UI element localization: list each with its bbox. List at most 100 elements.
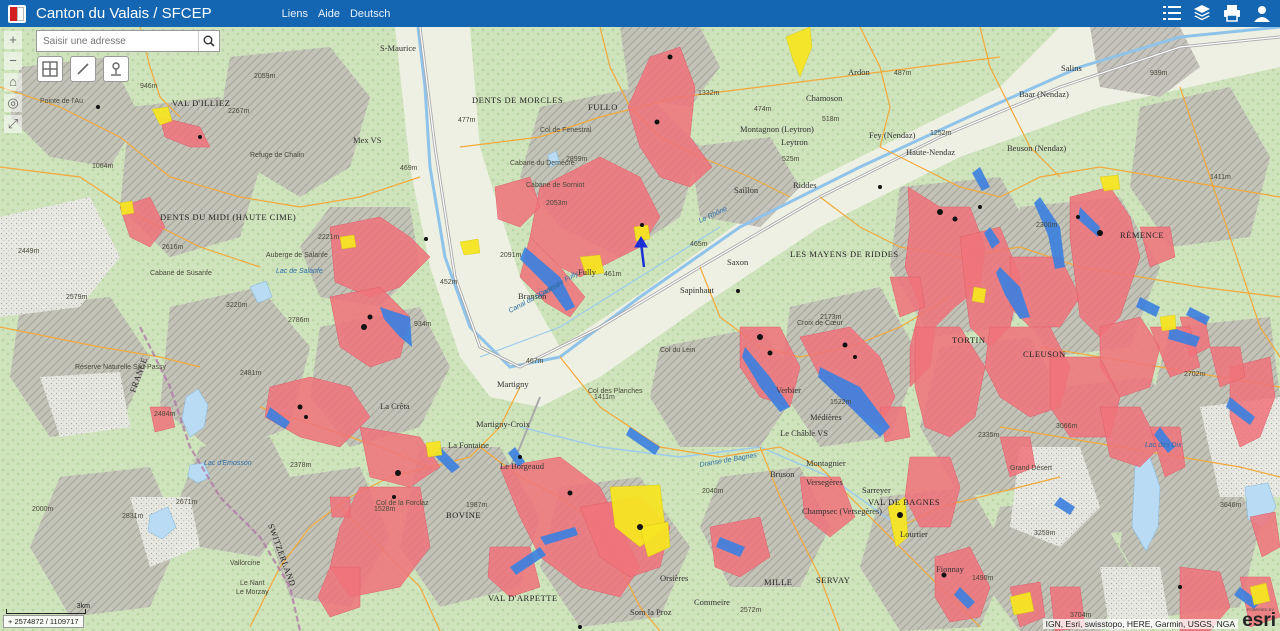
svg-text:465m: 465m <box>690 241 708 248</box>
svg-text:2616m: 2616m <box>162 244 184 251</box>
svg-text:Cabane du Demècre: Cabane du Demècre <box>510 160 575 167</box>
svg-text:Martigny-Croix: Martigny-Croix <box>476 419 531 429</box>
scale-line <box>6 609 86 614</box>
svg-text:Ardon: Ardon <box>848 67 870 77</box>
svg-text:1252m: 1252m <box>930 130 952 137</box>
app-title: Canton du Valais / SFCEP <box>36 5 212 22</box>
svg-text:2579m: 2579m <box>66 294 88 301</box>
svg-text:1522m: 1522m <box>830 399 852 406</box>
svg-text:DENTS DE MORCLES: DENTS DE MORCLES <box>472 95 563 105</box>
draw-icon <box>77 63 89 75</box>
nav-link-deutsch[interactable]: Deutsch <box>350 8 390 20</box>
svg-text:477m: 477m <box>458 117 476 124</box>
svg-text:469m: 469m <box>400 165 418 172</box>
svg-text:2267m: 2267m <box>228 108 250 115</box>
zoom-out-button[interactable]: − <box>4 52 22 70</box>
svg-text:RÉMENCE: RÉMENCE <box>1120 230 1164 240</box>
svg-text:2040m: 2040m <box>702 488 724 495</box>
map-canvas[interactable]: S-Maurice Martigny Saillon Fully Branson… <box>0 27 1280 631</box>
esri-logo-text: esri <box>1242 610 1276 631</box>
home-button[interactable]: ⌂ <box>4 73 22 91</box>
esri-logo[interactable]: POWERED BY esri <box>1240 607 1278 631</box>
svg-text:2378m: 2378m <box>290 462 312 469</box>
svg-text:Chamoson: Chamoson <box>806 93 843 103</box>
svg-text:Haute-Nendaz: Haute-Nendaz <box>906 147 955 157</box>
svg-text:Le Morzay: Le Morzay <box>236 589 269 596</box>
map-attribution: IGN, Esri, swisstopo, HERE, Garmin, USGS… <box>1042 619 1238 629</box>
svg-text:Baar (Nendaz): Baar (Nendaz) <box>1019 89 1069 99</box>
svg-text:2091m: 2091m <box>500 252 522 259</box>
svg-text:Montagnon (Leytron): Montagnon (Leytron) <box>740 124 814 134</box>
svg-text:S-Maurice: S-Maurice <box>380 43 416 53</box>
layers-icon[interactable] <box>1192 3 1212 23</box>
svg-text:487m: 487m <box>894 70 912 77</box>
svg-text:Salins: Salins <box>1061 63 1082 73</box>
svg-text:Le Borgeaud: Le Borgeaud <box>500 461 545 471</box>
app-header: Canton du Valais / SFCEP Liens Aide Deut… <box>0 0 1280 27</box>
svg-text:DENTS DU MIDI (HAUTE CIME): DENTS DU MIDI (HAUTE CIME) <box>160 212 296 222</box>
svg-text:Champsec (Versegères): Champsec (Versegères) <box>802 506 882 516</box>
svg-text:Cabane de Susanfe: Cabane de Susanfe <box>150 270 212 277</box>
svg-text:La Fontaine: La Fontaine <box>448 440 489 450</box>
svg-text:Col de Fenestral: Col de Fenestral <box>540 127 592 134</box>
svg-text:2449m: 2449m <box>18 248 40 255</box>
scale-label: 3km <box>76 603 90 610</box>
nav-link-aide[interactable]: Aide <box>318 8 340 20</box>
svg-text:461m: 461m <box>604 271 622 278</box>
svg-text:452m: 452m <box>440 279 458 286</box>
svg-text:Saxon: Saxon <box>727 257 749 267</box>
svg-text:Auberge de Salanfe: Auberge de Salanfe <box>266 252 328 259</box>
svg-text:Col du Lein: Col du Lein <box>660 347 696 354</box>
nav-link-liens[interactable]: Liens <box>282 8 308 20</box>
svg-text:LES MAYENS DE RIDDES: LES MAYENS DE RIDDES <box>790 249 899 259</box>
svg-text:Lac d'Emosson: Lac d'Emosson <box>204 460 252 467</box>
svg-text:MILLE: MILLE <box>764 577 792 587</box>
search-button[interactable] <box>197 31 219 51</box>
svg-text:1064m: 1064m <box>92 163 114 170</box>
fullscreen-button[interactable]: ⤢ <box>4 115 22 133</box>
svg-text:Bruson: Bruson <box>770 469 795 479</box>
svg-text:1411m: 1411m <box>1210 174 1231 181</box>
grid-icon <box>42 61 58 77</box>
svg-text:3646m: 3646m <box>1220 502 1242 509</box>
svg-text:3066m: 3066m <box>1056 423 1078 430</box>
svg-text:Fionnay: Fionnay <box>936 564 965 574</box>
svg-text:Commeire: Commeire <box>694 597 730 607</box>
svg-text:2300m: 2300m <box>1036 222 1058 229</box>
svg-text:2899m: 2899m <box>566 156 588 163</box>
svg-text:CLEUSON: CLEUSON <box>1023 349 1066 359</box>
svg-text:Saillon: Saillon <box>734 185 759 195</box>
svg-text:Leytron: Leytron <box>781 137 809 147</box>
svg-text:Croix de Cœur: Croix de Cœur <box>797 320 844 327</box>
svg-text:Beuson (Nendaz): Beuson (Nendaz) <box>1007 143 1066 153</box>
zoom-in-button[interactable]: + <box>4 31 22 49</box>
svg-text:3259m: 3259m <box>1034 530 1056 537</box>
svg-text:Lourtier: Lourtier <box>900 529 928 539</box>
svg-text:2000m: 2000m <box>32 506 54 513</box>
coordinate-readout: + 2574872 / 1109717 <box>3 615 84 628</box>
svg-text:474m: 474m <box>754 106 772 113</box>
svg-text:BOVINE: BOVINE <box>446 510 481 520</box>
draw-button[interactable] <box>70 56 96 82</box>
print-icon[interactable] <box>1222 3 1242 23</box>
svg-text:La Crêta: La Crêta <box>380 401 410 411</box>
legend-list-icon[interactable] <box>1162 3 1182 23</box>
svg-text:Fully: Fully <box>578 267 597 277</box>
svg-text:2702m: 2702m <box>1184 371 1206 378</box>
svg-text:Mex VS: Mex VS <box>353 135 382 145</box>
svg-text:Vallorcine: Vallorcine <box>230 560 260 567</box>
svg-text:Lac de Salanfe: Lac de Salanfe <box>276 268 323 275</box>
svg-text:2831m: 2831m <box>122 513 144 520</box>
svg-text:Cabane de Sorniot: Cabane de Sorniot <box>526 182 584 189</box>
compass-icon[interactable]: ◎ <box>4 94 22 112</box>
search-input[interactable] <box>37 31 198 51</box>
svg-text:1490m: 1490m <box>972 575 994 582</box>
svg-text:Versegères: Versegères <box>806 477 843 487</box>
user-icon[interactable] <box>1252 3 1272 23</box>
locate-button[interactable] <box>103 56 129 82</box>
svg-text:Riddes: Riddes <box>793 180 817 190</box>
scale-bar: 3km <box>6 603 90 614</box>
basemap-grid-button[interactable] <box>37 56 63 82</box>
svg-text:2173m: 2173m <box>820 314 842 321</box>
svg-text:Réserve Naturelle Sixt-Passy: Réserve Naturelle Sixt-Passy <box>75 364 167 371</box>
